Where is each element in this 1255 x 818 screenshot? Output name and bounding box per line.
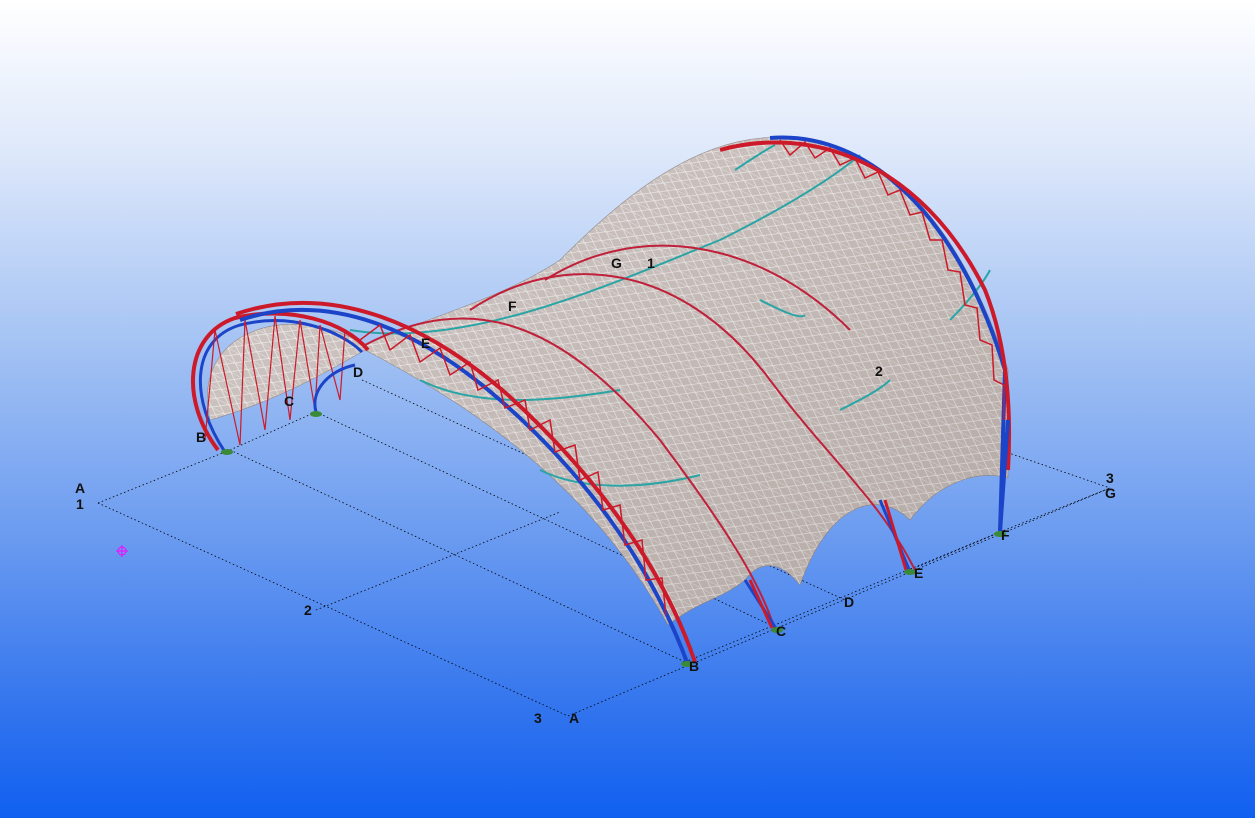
grid-label-ridge-1: 1: [647, 255, 655, 271]
grid-label-ridge-g: G: [611, 255, 622, 271]
grid-label-near-left-number: 1: [76, 496, 84, 512]
grid-label-right-2: 2: [875, 363, 883, 379]
grid-label-left-b: B: [196, 429, 207, 445]
grid-label-front-f: F: [1001, 527, 1010, 543]
grid-label-front-c: C: [776, 623, 787, 639]
grid-label-near-left-letter: A: [75, 480, 86, 496]
structure-3d-model[interactable]: [0, 0, 1255, 818]
grid-label-ridge-f: F: [508, 298, 517, 314]
grid-label-left-d: D: [353, 364, 364, 380]
grid-label-front-e: E: [914, 565, 924, 581]
crosshair-icon[interactable]: [116, 545, 128, 557]
model-viewport[interactable]: A 1 2 3 A 3 G B C D E F G 1 2 B C D E F: [0, 0, 1255, 818]
grid-label-front-b: B: [689, 658, 700, 674]
grid-label-ridge-e: E: [421, 335, 431, 351]
grid-label-near-mid-number: 2: [304, 602, 312, 618]
grid-label-far-right-number: 3: [1106, 470, 1114, 486]
grid-label-left-c: C: [284, 393, 295, 409]
grid-label-near-right-number: 3: [534, 710, 542, 726]
grid-label-far-right-letter: G: [1105, 485, 1116, 501]
grid-label-near-right-letter: A: [569, 710, 580, 726]
grid-label-front-d: D: [844, 594, 855, 610]
